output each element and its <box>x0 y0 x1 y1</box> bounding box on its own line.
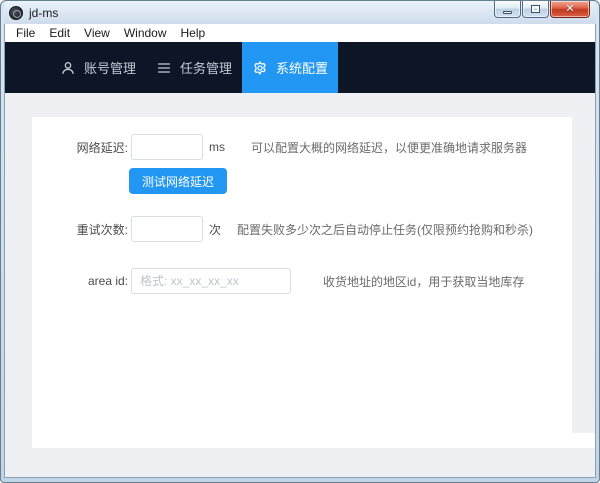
area-id-label: area id: <box>87 274 128 288</box>
gear-icon <box>252 60 268 76</box>
retry-count-unit: 次 <box>209 222 222 237</box>
minimize-icon <box>503 10 512 14</box>
menu-bar: File Edit View Window Help <box>4 24 596 42</box>
retry-count-row: 重试次数: 次 配置失败多少次之后自动停止任务(仅限预约抢购和秒杀) <box>32 216 572 242</box>
settings-panel: 网络延迟: ms 可以配置大概的网络延迟，以便更准确地请求服务器 测试网络延迟 … <box>32 117 572 448</box>
test-network-delay-button[interactable]: 测试网络延迟 <box>129 168 228 194</box>
network-delay-label: 网络延迟: <box>76 140 128 155</box>
title-bar: jd-ms ✕ <box>4 1 596 24</box>
menu-view[interactable]: View <box>77 24 117 42</box>
maximize-icon <box>531 5 540 13</box>
tab-label: 系统配置 <box>275 61 328 76</box>
app-window: jd-ms ✕ File Edit View Window Help 账号管理 … <box>0 0 600 483</box>
maximize-button[interactable] <box>522 1 549 18</box>
area-id-row: area id: 收货地址的地区id，用于获取当地库存 <box>32 268 572 294</box>
network-delay-hint: 可以配置大概的网络延迟，以便更准确地请求服务器 <box>251 140 528 155</box>
tab-label: 任务管理 <box>179 61 232 76</box>
test-network-row: 测试网络延迟 <box>32 168 572 194</box>
tab-task-management[interactable]: 任务管理 <box>146 42 242 93</box>
tab-system-config[interactable]: 系统配置 <box>242 42 338 93</box>
user-icon <box>60 60 76 76</box>
list-icon <box>156 60 172 76</box>
content-area: 网络延迟: ms 可以配置大概的网络延迟，以便更准确地请求服务器 测试网络延迟 … <box>4 93 596 478</box>
network-delay-input[interactable] <box>131 134 203 160</box>
tab-account-management[interactable]: 账号管理 <box>50 42 146 93</box>
network-delay-unit: ms <box>209 140 225 154</box>
menu-edit[interactable]: Edit <box>42 24 77 42</box>
menu-file[interactable]: File <box>9 24 42 42</box>
app-logo-icon <box>9 5 23 20</box>
nav-bar: 账号管理 任务管理 系统配置 <box>4 42 596 93</box>
window-title: jd-ms <box>29 5 59 20</box>
retry-count-label: 重试次数: <box>76 222 128 237</box>
scrollbar-corner <box>572 433 595 448</box>
network-delay-row: 网络延迟: ms 可以配置大概的网络延迟，以便更准确地请求服务器 <box>32 134 572 160</box>
area-id-hint: 收货地址的地区id，用于获取当地库存 <box>323 274 525 289</box>
window-controls: ✕ <box>493 1 590 18</box>
close-button[interactable]: ✕ <box>550 1 590 18</box>
menu-window[interactable]: Window <box>117 24 174 42</box>
minimize-button[interactable] <box>494 1 521 18</box>
retry-count-input[interactable] <box>131 216 203 242</box>
area-id-input[interactable] <box>131 268 291 294</box>
tab-label: 账号管理 <box>83 61 136 76</box>
menu-help[interactable]: Help <box>174 24 213 42</box>
retry-count-hint: 配置失败多少次之后自动停止任务(仅限预约抢购和秒杀) <box>237 222 534 237</box>
close-icon: ✕ <box>565 2 575 15</box>
